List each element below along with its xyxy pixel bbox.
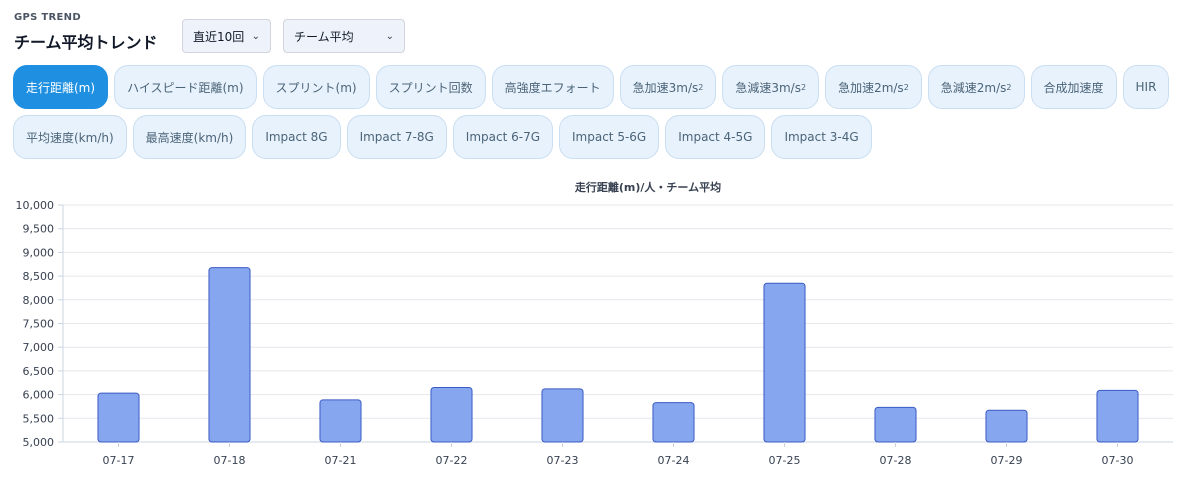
y-tick-label: 8,000 [23, 294, 55, 307]
y-tick-label: 7,000 [23, 341, 55, 354]
superscript: 2 [698, 82, 704, 92]
y-tick-label: 5,000 [23, 436, 55, 449]
metric-tab[interactable]: 急加速3m/s 2 [619, 65, 717, 109]
metric-tab[interactable]: 最高速度(km/h) [132, 115, 247, 159]
y-tick-label: 8,500 [23, 270, 55, 283]
metric-tab[interactable]: 平均速度(km/h) [13, 115, 127, 159]
bar [430, 386, 473, 443]
metric-tab-label: 高強度エフォート [504, 80, 601, 95]
bar [763, 282, 806, 443]
metric-tab[interactable]: 急減速2m/s 2 [927, 65, 1025, 109]
bar [541, 388, 584, 443]
x-tick-label: 07-23 [547, 454, 579, 467]
period-select-value: 直近10回 [193, 29, 245, 44]
metric-tab[interactable]: Impact 8G [252, 115, 341, 159]
mode-select[interactable]: チーム平均 ⌄ [283, 19, 405, 53]
y-tick-label: 10,000 [16, 199, 55, 212]
superscript: 2 [1006, 82, 1012, 92]
metric-tab-label: Impact 3-4G [784, 130, 859, 144]
metric-tab-label: Impact 4-5G [678, 130, 753, 144]
y-tick-label: 6,000 [23, 389, 55, 402]
metric-tab[interactable]: Impact 5-6G [559, 115, 660, 159]
metric-tab[interactable]: 急加速2m/s 2 [825, 65, 922, 109]
superscript: 2 [903, 82, 909, 92]
metric-tabs-row-1: 走行距離(m) ハイスピード距離(m) スプリント(m) スプリント回数 高強度エフォー… [13, 65, 1170, 109]
metric-tab-label: Impact 8G [265, 130, 328, 144]
chart-title: 走行距離(m)/人・チーム平均 [574, 180, 721, 194]
metric-tab[interactable]: Impact 6-7G [452, 115, 553, 159]
metric-tab[interactable]: 走行距離(m) [13, 65, 109, 109]
metric-tab-label: 最高速度(km/h) [145, 130, 234, 145]
metric-tab-label: 合成加速度 [1043, 80, 1104, 95]
page-title: チーム平均トレンド [14, 33, 158, 52]
metric-tab-label: 急減速2m/s [940, 80, 1007, 95]
y-tick-label: 7,500 [23, 318, 55, 331]
metric-tab-label: 平均速度(km/h) [26, 130, 114, 145]
metric-tab-label: ハイスピード距離(m) [127, 80, 244, 95]
y-tick-label: 9,500 [23, 223, 55, 236]
y-tick-label: 5,500 [23, 412, 55, 425]
metric-tab-label: Impact 7-8G [359, 130, 434, 144]
x-tick-label: 07-17 [103, 454, 135, 467]
x-tick-label: 07-18 [214, 454, 246, 467]
metric-tab-label: Impact 5-6G [572, 130, 647, 144]
bar [652, 402, 695, 443]
header: GPS TREND チーム平均トレンド [14, 12, 158, 53]
metric-tab[interactable]: Impact 7-8G [346, 115, 447, 159]
metric-tab-label: 走行距離(m) [26, 80, 96, 95]
metric-tab[interactable]: Impact 4-5G [665, 115, 766, 159]
metric-tab-label: スプリント回数 [388, 80, 473, 95]
eyebrow-label: GPS TREND [14, 12, 81, 23]
metric-tab[interactable]: 合成加速度 [1030, 65, 1117, 109]
x-tick-label: 07-30 [1102, 454, 1134, 467]
metric-tab[interactable]: 急減速3m/s 2 [722, 65, 820, 109]
mode-select-value: チーム平均 [294, 29, 354, 44]
y-tick-label: 9,000 [23, 246, 55, 259]
x-tick-label: 07-24 [658, 454, 690, 467]
metric-tab-label: HIR [1135, 80, 1157, 94]
metric-tab-label: 急加速2m/s [838, 80, 904, 95]
x-tick-label: 07-29 [991, 454, 1023, 467]
metric-tab[interactable]: Impact 3-4G [771, 115, 872, 159]
bar [97, 392, 140, 443]
chevron-down-icon: ⌄ [251, 30, 260, 42]
bar-chart: 走行距離(m)/人・チーム平均 5,000 5,500 6,000 6,500 7,000… [16, 180, 1173, 467]
bar [985, 409, 1028, 443]
metric-tab[interactable]: ハイスピード距離(m) [114, 65, 257, 109]
bar [319, 399, 362, 443]
bar [874, 406, 917, 443]
metric-tab[interactable]: スプリント(m) [262, 65, 370, 109]
metric-tabs-row-2: 平均速度(km/h) 最高速度(km/h) Impact 8G Impact 7-8G… [13, 115, 872, 159]
metric-tab[interactable]: 高強度エフォート [491, 65, 614, 109]
x-tick-label: 07-22 [436, 454, 468, 467]
metric-tab-label: Impact 6-7G [465, 130, 540, 144]
metric-tab-label: スプリント(m) [275, 80, 357, 95]
bar [208, 267, 251, 443]
x-tick-label: 07-25 [769, 454, 801, 467]
metric-tab-label: 急減速3m/s [735, 80, 801, 95]
y-tick-label: 6,500 [23, 365, 55, 378]
chevron-down-icon: ⌄ [385, 30, 394, 42]
x-tick-label: 07-28 [880, 454, 912, 467]
metric-tab[interactable]: スプリント回数 [375, 65, 486, 109]
x-tick-label: 07-21 [325, 454, 357, 467]
metric-tab[interactable]: HIR [1122, 65, 1170, 109]
metric-tab-label: 急加速3m/s [632, 80, 699, 95]
period-select[interactable]: 直近10回 ⌄ [182, 19, 271, 53]
superscript: 2 [800, 82, 807, 92]
bar [1096, 389, 1139, 443]
